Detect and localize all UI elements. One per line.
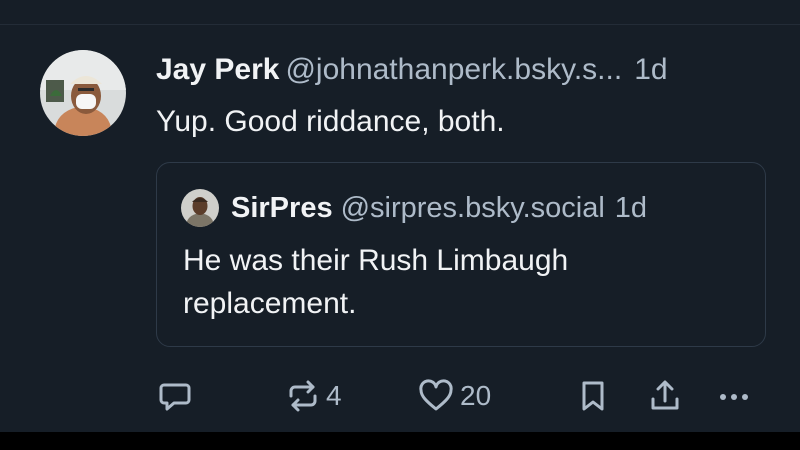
repost-count: 4 <box>326 380 342 411</box>
share-button[interactable] <box>648 373 682 419</box>
share-upload-icon <box>648 379 682 413</box>
quoted-post[interactable]: SirPres @sirpres.bsky.social 1d He was the… <box>156 162 766 347</box>
post-text: Yup. Good riddance, both. <box>156 105 505 138</box>
reply-button[interactable] <box>158 373 192 419</box>
like-count: 20 <box>460 380 492 411</box>
repost-button[interactable]: 4 <box>286 373 342 419</box>
more-options-button[interactable] <box>716 373 752 419</box>
quoted-author-display-name[interactable]: SirPres <box>231 192 333 224</box>
quoted-post-text: He was their Rush Limbaugh replacement. <box>183 244 569 320</box>
post-container: Jay Perk @johnathanperk.bsky.s... 1d Yup. … <box>0 0 800 432</box>
post-header: Jay Perk @johnathanperk.bsky.s... 1d <box>156 52 776 88</box>
repost-arrows-icon <box>286 379 320 413</box>
bookmark-icon <box>578 379 608 413</box>
quoted-author-handle[interactable]: @sirpres.bsky.social <box>341 192 605 224</box>
post-actions: 4 20 <box>0 373 800 419</box>
quoted-author-avatar[interactable] <box>181 189 219 227</box>
post-timestamp[interactable]: 1d <box>634 53 667 86</box>
author-avatar[interactable] <box>40 50 126 136</box>
quoted-post-timestamp[interactable]: 1d <box>615 192 647 224</box>
heart-icon <box>418 379 454 413</box>
author-handle[interactable]: @johnathanperk.bsky.s... <box>285 53 622 86</box>
speech-bubble-icon <box>158 379 192 413</box>
author-display-name[interactable]: Jay Perk <box>156 53 279 86</box>
ellipsis-icon <box>716 379 752 413</box>
divider <box>0 24 800 25</box>
like-button[interactable]: 20 <box>418 373 491 419</box>
bookmark-button[interactable] <box>578 373 608 419</box>
quoted-post-header: SirPres @sirpres.bsky.social 1d <box>231 189 647 227</box>
